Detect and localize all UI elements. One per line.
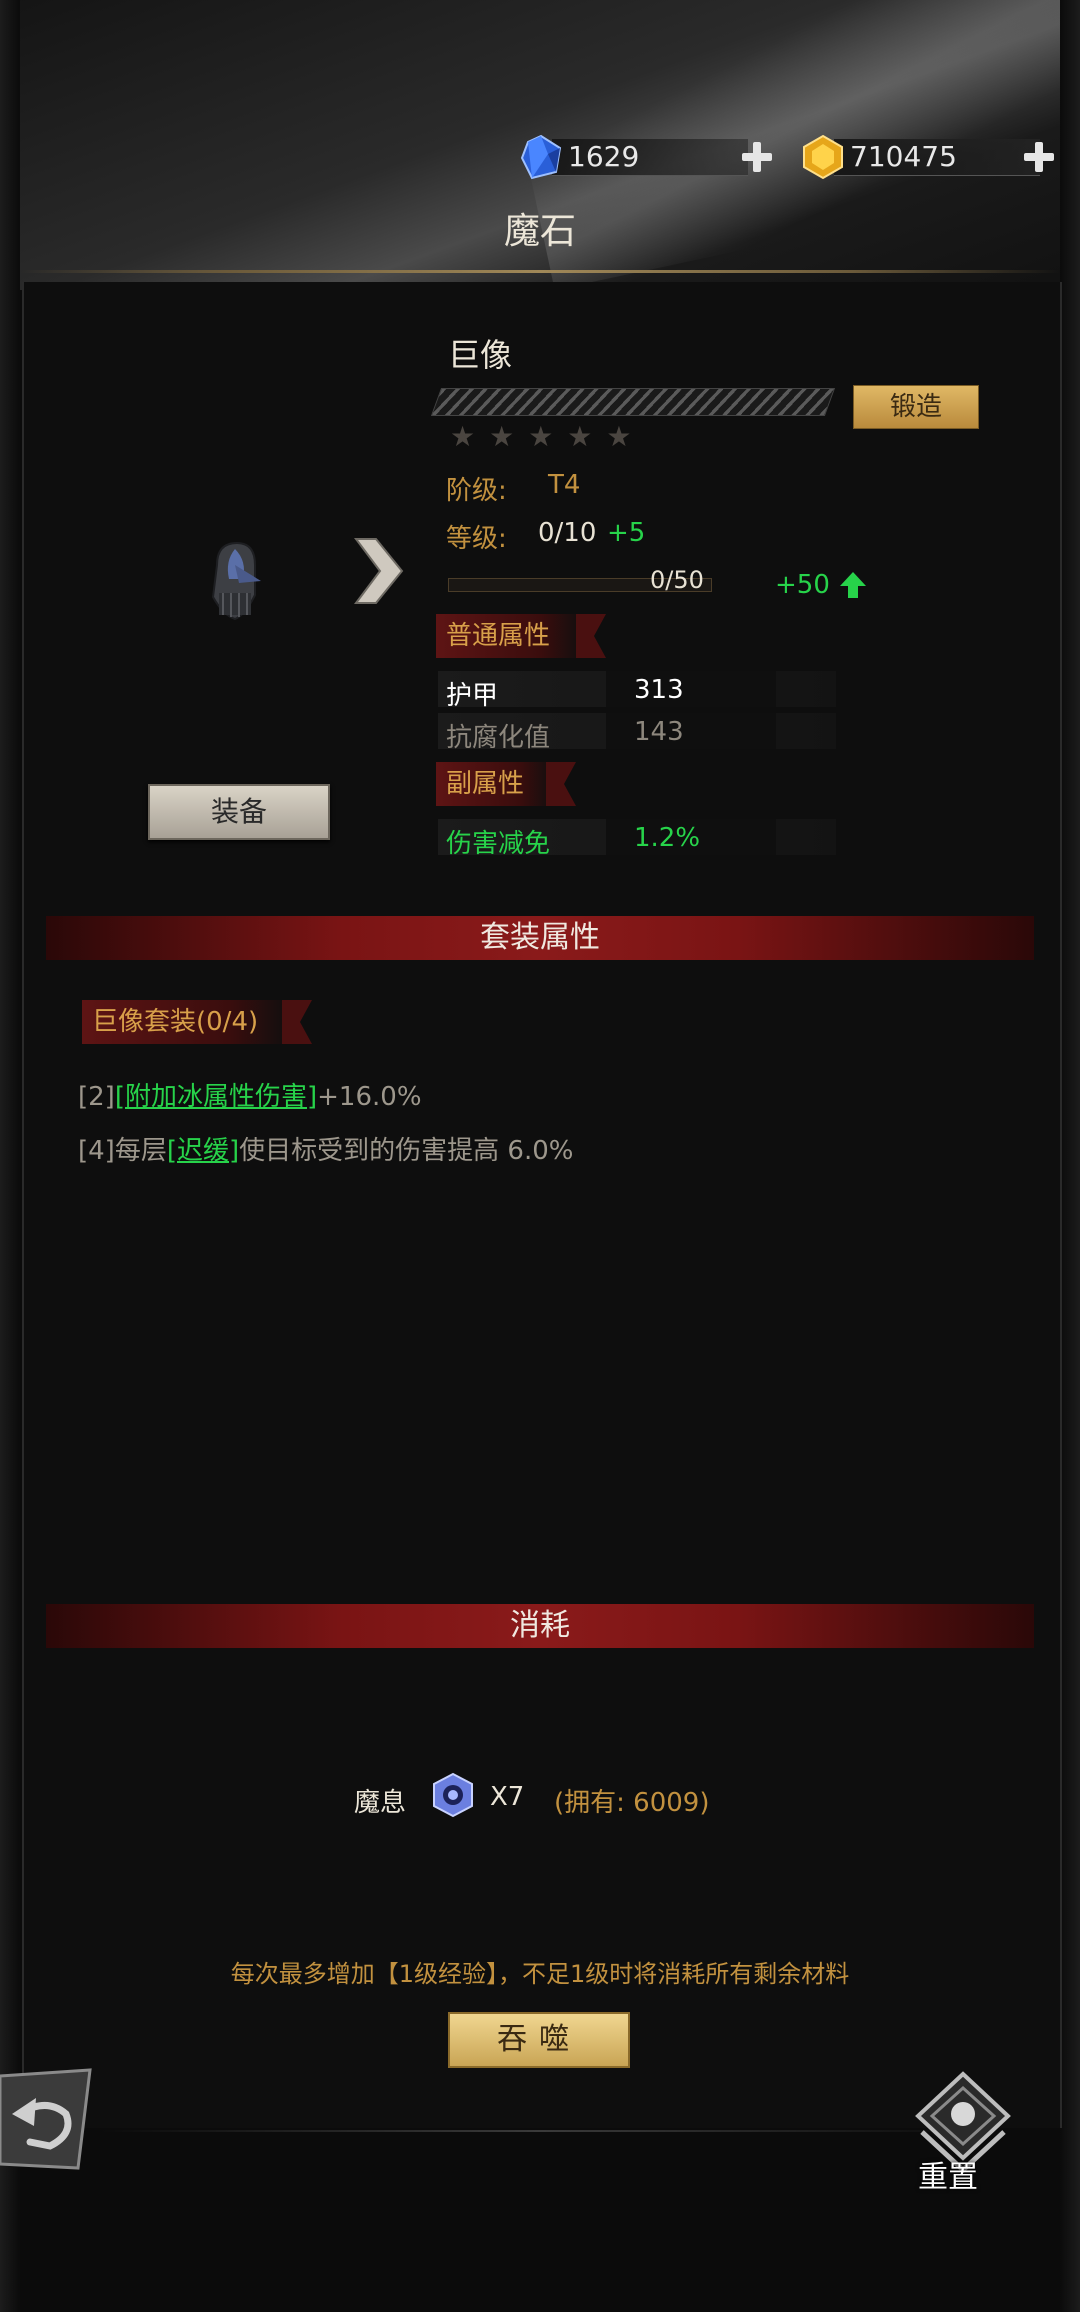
- set-effect-tier: [4]: [78, 1136, 115, 1166]
- set-name: 巨像套装(0/4): [92, 1007, 259, 1037]
- attr-name: 抗腐化值: [446, 723, 551, 753]
- level-label: 等级:: [446, 524, 507, 554]
- consume-note: 每次最多增加【1级经验】，不足1级时将消耗所有剩余材料: [230, 1960, 850, 1988]
- set-name-ribbon: 巨像套装(0/4): [82, 1000, 292, 1044]
- set-effect-text: 使目标受到的伤害提高 6.0%: [239, 1136, 574, 1166]
- attr-row-armor: 护甲 313: [438, 671, 836, 711]
- back-button[interactable]: [0, 2068, 96, 2172]
- set-effect-prefix: 每层: [114, 1136, 167, 1166]
- set-effect-text: +16.0%: [317, 1082, 422, 1112]
- attr-name: 伤害减免: [446, 829, 551, 859]
- gem-currency: 1629: [518, 134, 748, 180]
- gold-gem-icon: [803, 134, 843, 180]
- attr-value: 1.2%: [634, 823, 701, 853]
- reset-label[interactable]: 重置: [918, 2152, 978, 2196]
- helmet-item-icon[interactable]: [195, 535, 275, 625]
- forge-progress-bar: [430, 388, 836, 416]
- devour-button[interactable]: 吞噬: [448, 2012, 630, 2068]
- material-quantity: X7: [490, 1782, 525, 1812]
- set-effect-link[interactable]: [附加冰属性伤害]: [115, 1082, 317, 1112]
- main-panel: [22, 282, 1062, 2128]
- mana-essence-icon[interactable]: [430, 1772, 476, 1818]
- normal-attrs-title: 普通属性: [446, 621, 551, 651]
- title-divider: [20, 270, 1060, 273]
- attr-row-corruption: 抗腐化值 143: [438, 713, 836, 753]
- attr-row-damage-reduction: 伤害减免 1.2%: [438, 819, 836, 859]
- add-gold-button[interactable]: [1022, 140, 1056, 174]
- page-title: 魔石: [503, 211, 576, 252]
- gold-amount: 710475: [850, 140, 957, 173]
- forge-button[interactable]: 锻造: [853, 385, 979, 429]
- tier-value: T4: [548, 470, 581, 500]
- gold-currency: 710475: [800, 134, 1040, 180]
- item-name: 巨像: [448, 336, 513, 374]
- attr-value: 313: [634, 675, 684, 705]
- consume-section-header: 消耗: [46, 1604, 1034, 1648]
- up-arrow-icon: [840, 572, 866, 598]
- level-bonus: +5: [607, 518, 646, 548]
- set-effect-tier: [2]: [78, 1082, 115, 1112]
- chevron-right-icon: [354, 538, 404, 604]
- set-effect-4: [4]每层[迟缓]使目标受到的伤害提高 6.0%: [78, 1130, 573, 1167]
- exp-boost: +50: [775, 570, 830, 600]
- sub-attrs-title: 副属性: [446, 769, 525, 799]
- set-effect-2: [2][附加冰属性伤害]+16.0%: [78, 1076, 422, 1113]
- gem-amount: 1629: [568, 140, 640, 173]
- set-section-header: 套装属性: [46, 916, 1034, 960]
- material-owned: (拥有: 6009): [554, 1788, 710, 1818]
- blue-gem-icon: [520, 134, 562, 180]
- attr-name: 护甲: [446, 681, 499, 711]
- equip-button[interactable]: 装备: [148, 784, 330, 840]
- tier-label: 阶级:: [446, 476, 507, 506]
- attr-value: 143: [634, 717, 684, 747]
- exp-text: 0/50: [650, 566, 704, 594]
- footer-divider: [100, 2130, 980, 2132]
- sub-attrs-ribbon: 副属性: [436, 762, 556, 806]
- add-gems-button[interactable]: [740, 140, 774, 174]
- set-effect-link[interactable]: [迟缓]: [167, 1136, 239, 1166]
- level-value: 0/10: [538, 518, 597, 548]
- normal-attrs-ribbon: 普通属性: [436, 614, 586, 658]
- star-rating: ★★★★★: [450, 420, 646, 453]
- material-name: 魔息: [354, 1788, 407, 1818]
